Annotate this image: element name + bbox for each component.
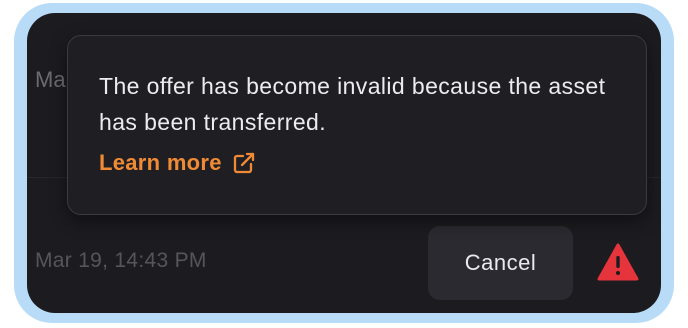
cancel-button[interactable]: Cancel [428, 226, 573, 300]
row-label-partial: Ma [35, 67, 66, 92]
learn-more-label: Learn more [99, 150, 222, 175]
tooltip-message: The offer has become invalid because the… [99, 73, 606, 135]
offer-invalid-tooltip: The offer has become invalid because the… [67, 35, 647, 215]
offer-timestamp: Mar 19, 14:43 PM [35, 249, 207, 272]
external-link-icon [232, 151, 256, 175]
learn-more-link[interactable]: Learn more [99, 150, 256, 176]
window-frame: Ma Mar 19, 14:43 PM Cancel The offer has… [14, 3, 674, 323]
warning-triangle-icon[interactable] [597, 242, 639, 282]
offer-panel: Ma Mar 19, 14:43 PM Cancel The offer has… [27, 13, 661, 313]
